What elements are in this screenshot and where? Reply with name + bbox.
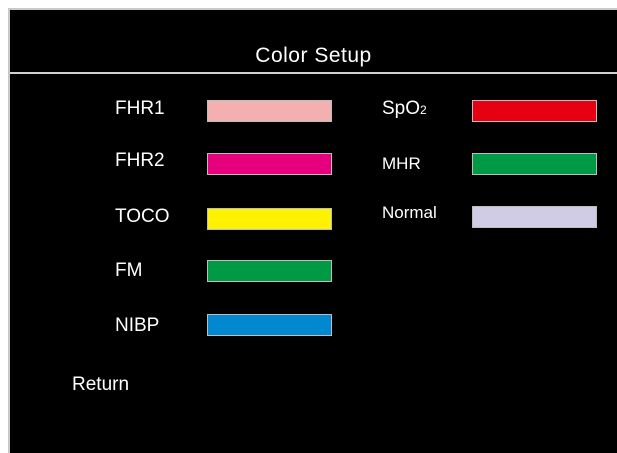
fhr1-color-swatch[interactable] [207,100,332,122]
fhr2-color-swatch[interactable] [207,153,332,175]
fhr1-label: FHR1 [115,98,165,119]
toco-color-swatch[interactable] [207,208,332,230]
fm-label: FM [115,260,143,281]
spo2-color-swatch[interactable] [472,100,597,122]
mhr-color-swatch[interactable] [472,153,597,175]
mhr-label: MHR [382,154,421,173]
color-setup-dialog: Color Setup FHR1 FHR2 TOCO FM NIBP SpO2 … [8,8,617,453]
nibp-label: NIBP [115,315,160,336]
title-bar: Color Setup [10,10,617,74]
fm-color-swatch[interactable] [207,260,332,282]
normal-color-swatch[interactable] [472,206,597,228]
nibp-color-swatch[interactable] [207,314,332,336]
return-button[interactable]: Return [72,374,129,396]
dialog-title: Color Setup [255,44,372,67]
normal-label: Normal [382,203,437,222]
spo2-label: SpO2 [382,98,427,120]
spo2-label-text: SpO [382,98,421,119]
toco-label: TOCO [115,206,170,227]
spo2-label-subscript: 2 [420,103,427,117]
fhr2-label: FHR2 [115,150,165,171]
